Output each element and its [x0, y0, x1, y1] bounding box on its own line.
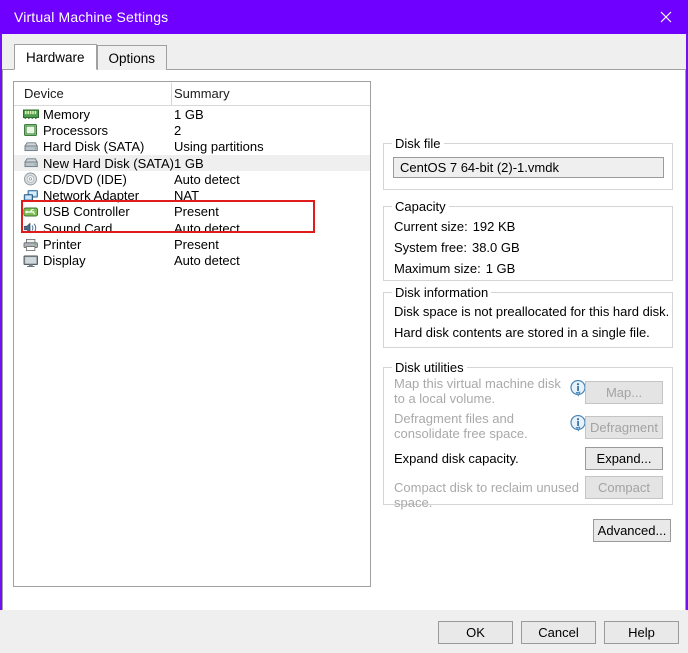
help-button[interactable]: Help: [604, 621, 679, 644]
cd-dvd-icon: [24, 172, 37, 186]
device-row-summary: Present: [174, 204, 219, 220]
capacity-maximum-size-value: 1 GB: [485, 261, 516, 276]
device-row-label: Network Adapter: [43, 188, 140, 204]
cancel-button[interactable]: Cancel: [521, 621, 596, 644]
device-row-label: CD/DVD (IDE): [43, 171, 127, 187]
disk-information-legend: Disk information: [392, 285, 492, 300]
device-list[interactable]: Device Summary Memory 1 GB Processors 2 Hard…: [13, 81, 371, 587]
device-row-label: USB Controller: [43, 204, 130, 220]
tab-hardware[interactable]: Hardware: [14, 44, 97, 70]
device-row-name: New Hard Disk (SATA): [14, 155, 174, 171]
device-row-name: Network Adapter: [14, 188, 172, 203]
device-row-name: USB Controller: [14, 204, 172, 219]
capacity-system-free-value: 38.0 GB: [471, 240, 520, 255]
capacity-current-size-value: 192 KB: [472, 219, 516, 234]
tab-options[interactable]: Options: [96, 45, 168, 70]
device-row-label: Memory: [43, 106, 90, 122]
sound-card-icon: [24, 222, 37, 234]
device-row-name: Display: [14, 253, 172, 268]
info-icon[interactable]: [570, 414, 586, 432]
device-row-summary: Present: [174, 237, 219, 253]
advanced-button[interactable]: Advanced...: [593, 519, 671, 542]
close-icon[interactable]: [643, 0, 688, 34]
device-row-summary: 1 GB: [174, 106, 204, 122]
device-row-summary: Using partitions: [174, 139, 264, 155]
capacity-system-free-label: System free:: [394, 240, 467, 255]
hard-disk-icon: [24, 158, 38, 168]
defragment-button[interactable]: Defragment: [585, 416, 663, 439]
device-row-name: CD/DVD (IDE): [14, 172, 172, 187]
network-adapter-icon: [23, 189, 38, 201]
device-row-name: Printer: [14, 237, 172, 252]
device-row[interactable]: Memory 1 GB: [14, 106, 370, 122]
device-list-header: Device Summary: [14, 82, 370, 106]
compact-button[interactable]: Compact: [585, 476, 663, 499]
disk-utilities-legend: Disk utilities: [392, 360, 467, 375]
capacity-maximum-size-label: Maximum size:: [394, 261, 481, 276]
device-row-name: Memory: [14, 107, 172, 122]
defragment-description: Defragment files and consolidate free sp…: [394, 411, 528, 441]
settings-content: Device Summary Memory 1 GB Processors 2 Hard…: [2, 70, 686, 618]
device-row-label: Display: [43, 253, 86, 269]
device-row-summary: 1 GB: [174, 155, 204, 171]
map-button[interactable]: Map...: [585, 381, 663, 404]
disk-information-line-2: Hard disk contents are stored in a singl…: [394, 325, 650, 340]
disk-information-group: Disk information Disk space is not preal…: [383, 285, 673, 348]
device-row-summary: Auto detect: [174, 220, 240, 236]
device-row-summary: 2: [174, 122, 182, 138]
device-row[interactable]: USB Controller Present: [14, 204, 370, 220]
footer-buttons: OK Cancel Help: [438, 621, 679, 644]
device-row-summary: Auto detect: [174, 171, 240, 187]
capacity-current-size-label: Current size:: [394, 219, 468, 234]
window-titlebar: Virtual Machine Settings: [0, 0, 688, 34]
device-row[interactable]: New Hard Disk (SATA) 1 GB: [14, 154, 370, 172]
info-icon[interactable]: [570, 379, 586, 397]
capacity-system-free: System free: 38.0 GB: [394, 240, 520, 255]
device-row-name: Sound Card: [14, 221, 172, 236]
device-rows-container: Memory 1 GB Processors 2 Hard Disk (SATA) Usi…: [14, 106, 370, 269]
capacity-group: Capacity Current size: 192 KB System free…: [383, 199, 673, 281]
tabstrip: Hardware Options: [2, 43, 686, 70]
device-row[interactable]: Sound Card Auto detect: [14, 220, 370, 236]
device-row-label: Printer: [43, 237, 82, 253]
device-row[interactable]: Display Auto detect: [14, 253, 370, 269]
device-row[interactable]: Network Adapter NAT: [14, 187, 370, 203]
device-row-summary: Auto detect: [174, 253, 240, 269]
capacity-legend: Capacity: [392, 199, 449, 214]
hard-disk-icon: [24, 142, 38, 151]
device-row-label: Sound Card: [43, 220, 113, 236]
device-row[interactable]: Hard Disk (SATA) Using partitions: [14, 139, 370, 155]
ok-button[interactable]: OK: [438, 621, 513, 644]
device-row[interactable]: Processors 2: [14, 122, 370, 138]
device-row-summary: NAT: [174, 188, 200, 204]
capacity-maximum-size: Maximum size: 1 GB: [394, 261, 515, 276]
printer-icon: [23, 238, 38, 251]
device-row-name: Processors: [14, 123, 172, 138]
device-row[interactable]: CD/DVD (IDE) Auto detect: [14, 171, 370, 187]
capacity-current-size: Current size: 192 KB: [394, 219, 515, 234]
device-row-label: Hard Disk (SATA): [43, 139, 145, 155]
column-header-summary: Summary: [174, 86, 230, 101]
memory-icon: [23, 109, 39, 119]
display-icon: [23, 255, 38, 267]
disk-file-group: Disk file CentOS 7 64-bit (2)-1.vmdk: [383, 136, 673, 190]
processor-icon: [24, 124, 37, 137]
disk-utilities-group: Disk utilities Map this virtual machine …: [383, 360, 673, 510]
expand-description: Expand disk capacity.: [394, 451, 519, 466]
window-title: Virtual Machine Settings: [14, 9, 169, 25]
map-disk-description: Map this virtual machine disk to a local…: [394, 376, 561, 406]
compact-description: Compact disk to reclaim unused space.: [394, 480, 579, 510]
expand-button[interactable]: Expand...: [585, 447, 663, 470]
disk-file-value[interactable]: CentOS 7 64-bit (2)-1.vmdk: [393, 157, 664, 178]
device-row-label: New Hard Disk (SATA): [43, 155, 174, 171]
disk-file-legend: Disk file: [392, 136, 444, 151]
device-row-label: Processors: [43, 122, 109, 138]
disk-information-line-1: Disk space is not preallocated for this …: [394, 304, 670, 319]
device-row[interactable]: Printer Present: [14, 236, 370, 252]
usb-controller-icon: [23, 207, 39, 217]
device-row-name: Hard Disk (SATA): [14, 139, 172, 154]
dialog-footer: OK Cancel Help: [0, 610, 688, 653]
column-header-device: Device: [14, 83, 172, 105]
